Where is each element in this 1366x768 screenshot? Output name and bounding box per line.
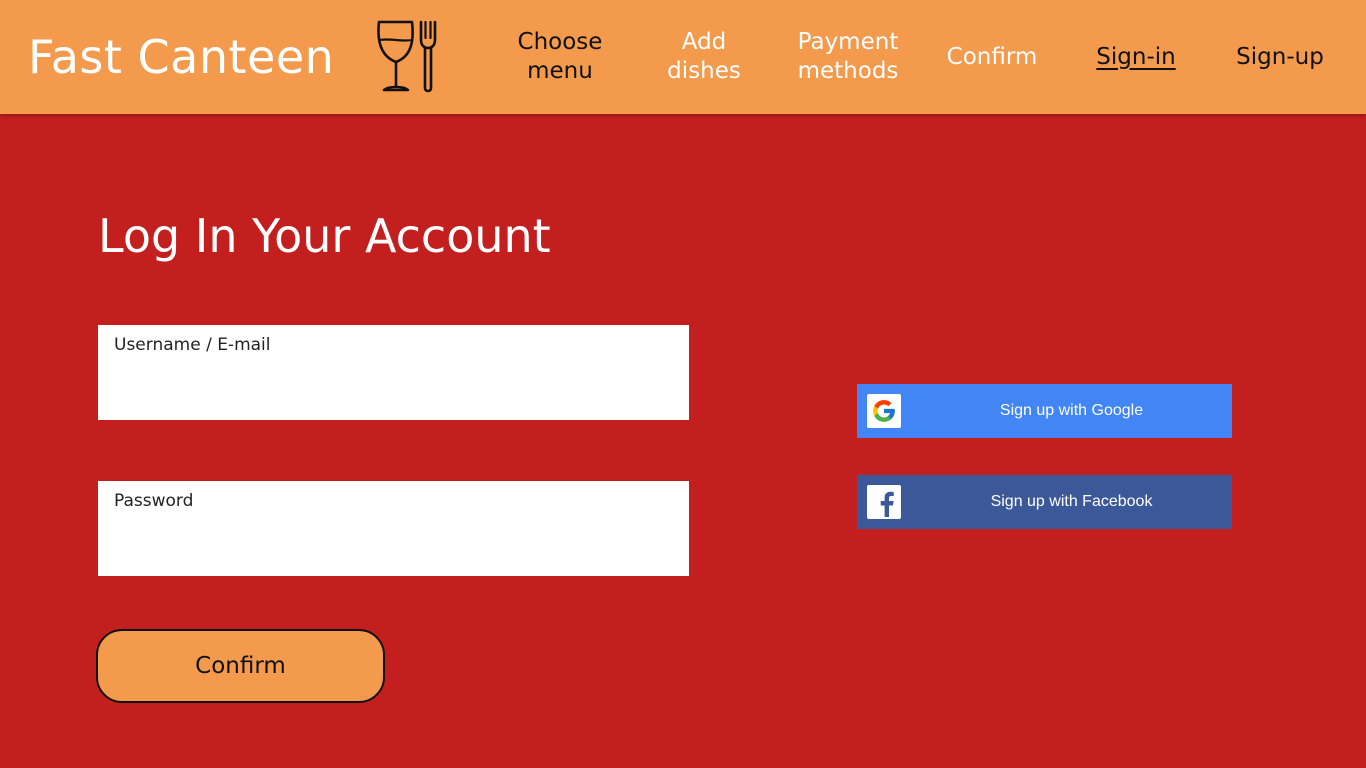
facebook-f-icon xyxy=(867,485,901,519)
facebook-signup-button[interactable]: Sign up with Facebook xyxy=(857,475,1232,529)
username-label: Username / E-mail xyxy=(114,335,271,355)
nav-sign-up[interactable]: Sign-up xyxy=(1220,0,1340,114)
google-g-icon xyxy=(867,394,901,428)
nav-sign-in[interactable]: Sign-in xyxy=(1076,0,1196,114)
wine-glass-and-fork-icon xyxy=(377,20,437,93)
nav-confirm[interactable]: Confirm xyxy=(932,0,1052,114)
google-signup-button[interactable]: Sign up with Google xyxy=(857,384,1232,438)
password-label: Password xyxy=(114,491,194,511)
nav-payment-methods[interactable]: Payment methods xyxy=(778,0,918,114)
username-field[interactable]: Username / E-mail xyxy=(98,325,689,420)
confirm-button[interactable]: Confirm xyxy=(96,629,385,703)
top-navbar: Fast Canteen Choose menu Add dishes Paym… xyxy=(0,0,1366,114)
google-signup-label: Sign up with Google xyxy=(999,402,1144,419)
username-input[interactable] xyxy=(114,369,677,407)
brand-title[interactable]: Fast Canteen xyxy=(28,28,334,86)
nav-add-dishes[interactable]: Add dishes xyxy=(644,0,764,114)
nav-choose-menu[interactable]: Choose menu xyxy=(500,0,620,114)
page-title: Log In Your Account xyxy=(98,209,551,263)
password-input[interactable] xyxy=(114,525,677,563)
facebook-signup-label: Sign up with Facebook xyxy=(990,493,1153,510)
password-field[interactable]: Password xyxy=(98,481,689,576)
